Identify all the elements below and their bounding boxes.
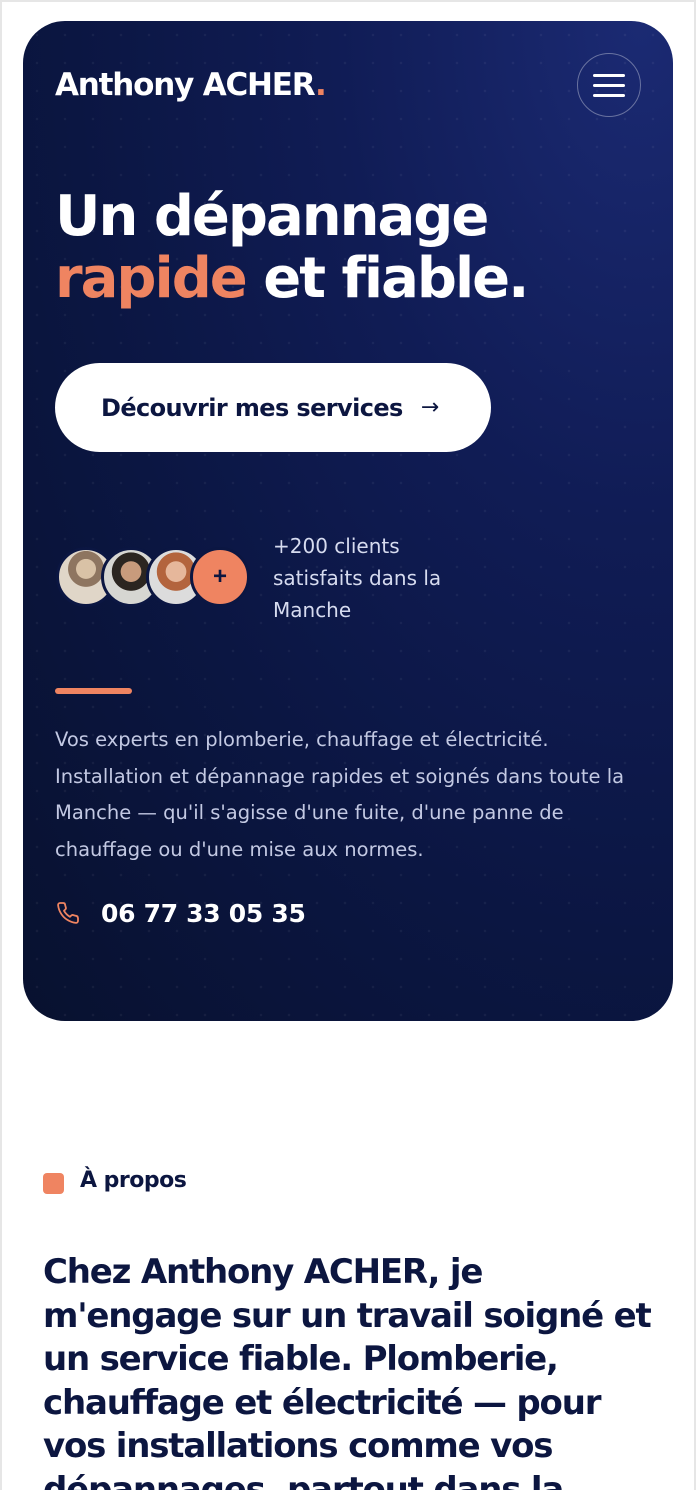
site-logo[interactable]: Anthony ACHER. <box>55 67 327 103</box>
hero-section: Anthony ACHER. Un dépannage rapide et fi… <box>23 21 673 1021</box>
hamburger-menu-icon-line <box>593 93 625 97</box>
headline-line1: Un dépannage <box>55 184 489 249</box>
hamburger-menu-icon-line <box>593 83 625 87</box>
phone-icon <box>57 902 79 924</box>
about-label: À propos <box>80 1168 187 1193</box>
hero-headline: Un dépannage rapide et fiable. <box>55 186 655 310</box>
arrow-right-icon: → <box>420 395 439 420</box>
menu-button[interactable] <box>577 53 641 117</box>
hero-description: Vos experts en plomberie, chauffage et é… <box>55 728 625 861</box>
logo-dot: . <box>315 67 327 103</box>
hamburger-menu-icon <box>593 73 625 77</box>
phone-number-link[interactable]: 06 77 33 05 35 <box>101 899 306 928</box>
headline-rest: et fiable. <box>245 246 529 311</box>
logo-text: Anthony ACHER <box>55 67 316 103</box>
cta-label: Découvrir mes services <box>101 393 403 422</box>
clients-count-text: +200 clients satisfaits dans la Manche <box>273 534 442 622</box>
hero-dot-pattern <box>23 21 673 1021</box>
about-text: Chez Anthony ACHER, je m'engage sur un t… <box>43 1252 652 1490</box>
about-marker-square <box>43 1173 64 1194</box>
headline-accent: rapide <box>55 246 248 311</box>
avatar-more-badge: + <box>190 547 250 607</box>
accent-divider <box>55 688 132 694</box>
discover-services-button[interactable]: Découvrir mes services → <box>55 363 491 452</box>
client-avatars: + <box>56 547 256 607</box>
